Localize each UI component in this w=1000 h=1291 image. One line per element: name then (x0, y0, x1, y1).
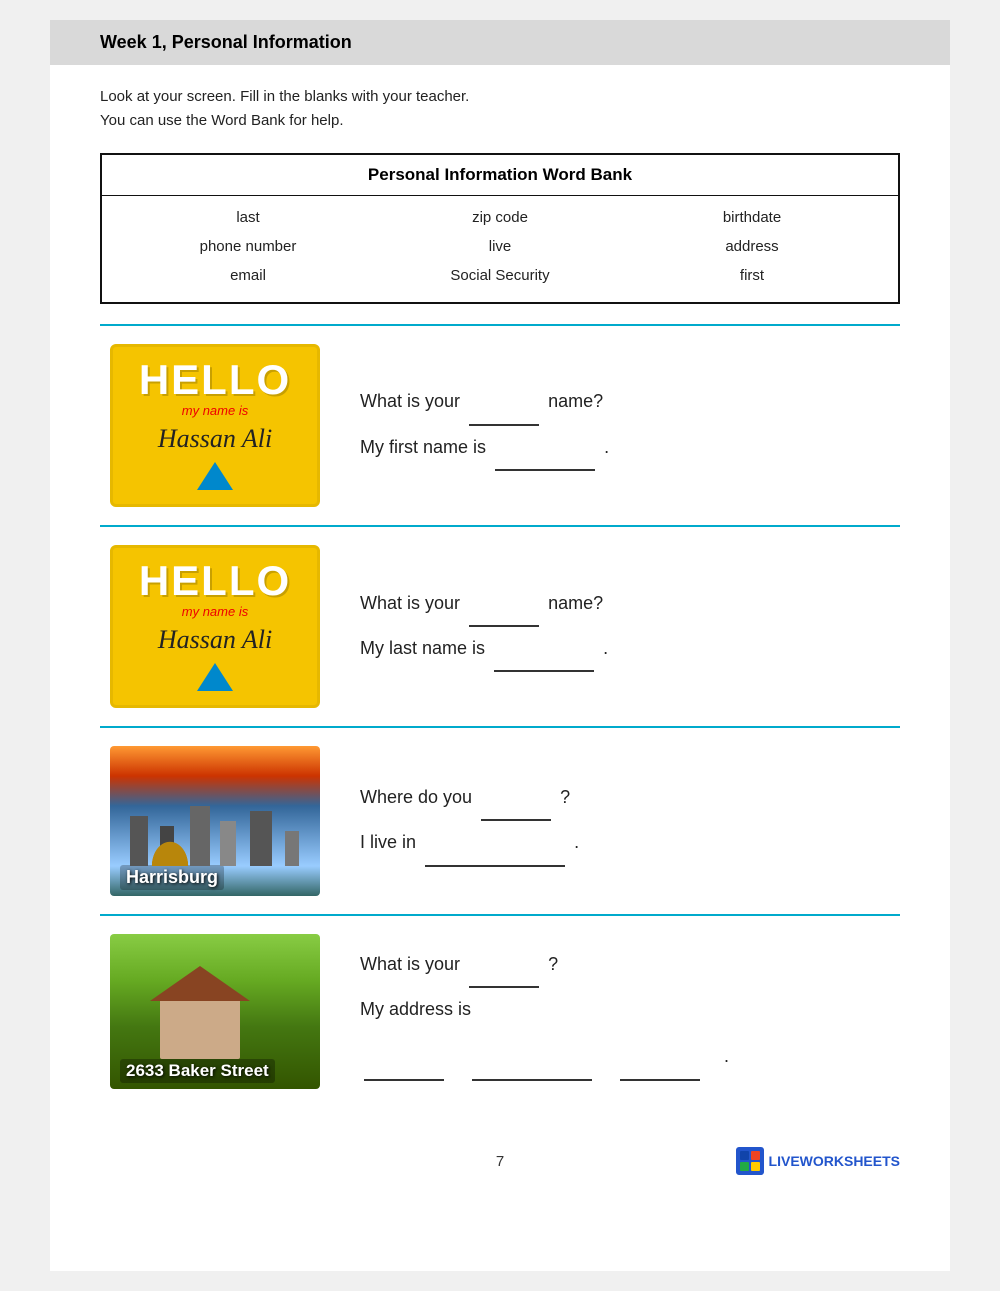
liveworksheets-logo: LIVEWORKSHEETS (633, 1147, 900, 1175)
q2a-suffix: name? (548, 593, 603, 613)
my-name-is-2: my name is (125, 604, 305, 619)
q3a-suffix: ? (560, 787, 570, 807)
city-label: Harrisburg (120, 865, 224, 890)
section-image-first-name: HELLO my name is Hassan Ali (100, 344, 330, 507)
blank-2b[interactable] (494, 627, 594, 672)
q3b-suffix: . (574, 832, 579, 852)
q1b-suffix: . (604, 437, 609, 457)
q3a-text: Where do you (360, 787, 472, 807)
section-address: 2633 Baker Street What is your ? My addr… (100, 914, 900, 1107)
blank-4b3[interactable] (620, 1035, 700, 1080)
word-bank-item-first: first (626, 264, 878, 287)
addr-period: . (724, 1035, 729, 1080)
hello-badge-1: HELLO my name is Hassan Ali (110, 344, 320, 507)
section-image-last-name: HELLO my name is Hassan Ali (100, 545, 330, 708)
question-2b: My last name is . (360, 627, 900, 672)
word-bank-item-social: Social Security (374, 264, 626, 287)
blank-4b2[interactable] (472, 1035, 592, 1080)
page-header: Week 1, Personal Information (50, 20, 950, 65)
name-text-2: Hassan Ali (125, 625, 305, 655)
word-bank-item-address: address (626, 235, 878, 258)
word-bank-item-birthdate: birthdate (626, 206, 878, 229)
word-bank-grid: last zip code birthdate phone number liv… (102, 196, 898, 302)
blank-1a[interactable] (469, 380, 539, 425)
page-footer: 7 LIVEWORKSHEETS (100, 1137, 900, 1175)
word-bank-item-phone: phone number (122, 235, 374, 258)
question-1b: My first name is . (360, 426, 900, 471)
blank-2a[interactable] (469, 582, 539, 627)
question-3b: I live in . (360, 821, 900, 866)
word-bank-item-last: last (122, 206, 374, 229)
section-image-address: 2633 Baker Street (100, 934, 330, 1089)
logo-text: LIVEWORKSHEETS (769, 1153, 900, 1169)
q1a-suffix: name? (548, 391, 603, 411)
word-bank: Personal Information Word Bank last zip … (100, 153, 900, 304)
my-name-is-1: my name is (125, 403, 305, 418)
q2b-suffix: . (603, 638, 608, 658)
section-content-first-name: What is your name? My first name is . (360, 380, 900, 470)
q4a-text: What is your (360, 954, 460, 974)
section-first-name: HELLO my name is Hassan Ali What is your… (100, 324, 900, 525)
section-city: Harrisburg Where do you ? I live in . (100, 726, 900, 914)
section-content-last-name: What is your name? My last name is . (360, 582, 900, 672)
page: Week 1, Personal Information Look at you… (50, 20, 950, 1271)
q4a-suffix: ? (548, 954, 558, 974)
blank-4a[interactable] (469, 943, 539, 988)
question-4a: What is your ? (360, 943, 900, 988)
house-label: 2633 Baker Street (120, 1059, 275, 1083)
blank-4b1[interactable] (364, 1035, 444, 1080)
instruction-line1: Look at your screen. Fill in the blanks … (100, 88, 469, 105)
q1b-text: My first name is (360, 437, 486, 457)
logo-icon (736, 1147, 764, 1175)
word-bank-title: Personal Information Word Bank (102, 155, 898, 196)
address-blanks: . (360, 1035, 900, 1080)
word-bank-item-zipcode: zip code (374, 206, 626, 229)
word-bank-item-live: live (374, 235, 626, 258)
hello-text-1: HELLO (125, 357, 305, 403)
hello-badge-2: HELLO my name is Hassan Ali (110, 545, 320, 708)
name-text-1: Hassan Ali (125, 424, 305, 454)
q1a-text: What is your (360, 391, 460, 411)
q2a-text: What is your (360, 593, 460, 613)
arrow-up-2 (197, 663, 233, 691)
question-1a: What is your name? (360, 380, 900, 425)
page-title: Week 1, Personal Information (100, 32, 352, 52)
question-2a: What is your name? (360, 582, 900, 627)
blank-3b[interactable] (425, 821, 565, 866)
instructions: Look at your screen. Fill in the blanks … (100, 85, 900, 133)
question-4b: My address is (360, 988, 900, 1031)
house-image: 2633 Baker Street (110, 934, 320, 1089)
q3b-text: I live in (360, 832, 416, 852)
q2b-text: My last name is (360, 638, 485, 658)
section-content-city: Where do you ? I live in . (360, 776, 900, 866)
question-3a: Where do you ? (360, 776, 900, 821)
section-last-name: HELLO my name is Hassan Ali What is your… (100, 525, 900, 726)
blank-1b[interactable] (495, 426, 595, 471)
q4b-text: My address is (360, 999, 471, 1019)
arrow-up-1 (197, 462, 233, 490)
section-image-city: Harrisburg (100, 746, 330, 896)
instruction-line2: You can use the Word Bank for help. (100, 112, 344, 129)
word-bank-item-email: email (122, 264, 374, 287)
city-image: Harrisburg (110, 746, 320, 896)
hello-text-2: HELLO (125, 558, 305, 604)
page-number: 7 (367, 1153, 634, 1170)
blank-3a[interactable] (481, 776, 551, 821)
section-content-address: What is your ? My address is . (360, 943, 900, 1081)
